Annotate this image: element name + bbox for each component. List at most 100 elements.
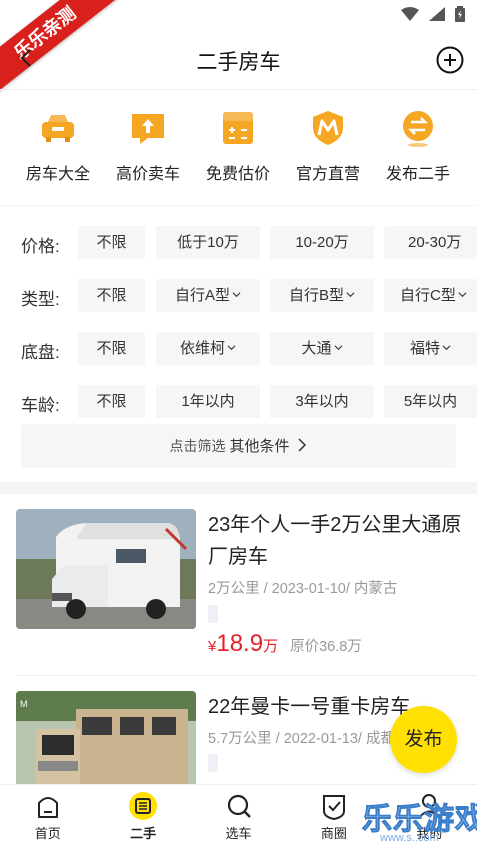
chevron-down-icon — [442, 345, 451, 351]
filter-chip[interactable]: 不限 — [78, 332, 145, 365]
filter-chip-dropdown[interactable]: 福特 — [384, 332, 477, 365]
filter-chip-label: 10-20万 — [295, 234, 349, 251]
filter-chip-dropdown[interactable]: 自行B型 — [270, 279, 374, 312]
svg-text:M: M — [20, 699, 28, 709]
tab-label: 二手 — [130, 826, 157, 841]
status-icons — [401, 6, 465, 22]
exchange-icon — [403, 111, 433, 147]
more-filter-label: 其他条件 — [229, 438, 290, 455]
car-icon — [42, 115, 74, 142]
tab-label: 商圈 — [320, 826, 347, 841]
filter-chip-label: 不限 — [96, 393, 127, 410]
quick-action-rv-catalog[interactable]: 房车大全 — [13, 104, 103, 188]
quick-action-label: 高价卖车 — [115, 166, 180, 183]
tab-label: 选车 — [225, 826, 252, 841]
quick-action-publish[interactable]: 发布二手 — [373, 104, 463, 188]
listing-price: ¥18.9万 原价36.8万 — [208, 630, 362, 658]
filter-row-price: 价格: 不限 低于10万 10-20万 20-30万 — [0, 216, 477, 269]
filter-chip-dropdown[interactable]: 自行C型 — [384, 279, 477, 312]
price-unit: 万 — [263, 638, 279, 655]
chevron-down-icon — [227, 345, 236, 351]
filter-chip-label: 低于10万 — [177, 234, 239, 251]
quick-action-official[interactable]: 官方直营 — [283, 104, 373, 188]
nav-bar: 二手房车 — [0, 30, 477, 90]
search-icon — [227, 794, 251, 818]
filter-row-type: 类型: 不限 自行A型 自行B型 自行C型 — [0, 269, 477, 322]
filter-chip-dropdown[interactable]: 依维柯 — [156, 332, 260, 365]
wifi-icon — [401, 7, 419, 21]
filter-chip-label: 不限 — [96, 234, 127, 251]
filter-chip[interactable]: 不限 — [78, 385, 145, 418]
publish-button[interactable]: 发布 — [390, 706, 457, 773]
quick-action-sell[interactable]: 高价卖车 — [103, 104, 193, 188]
listing-photo — [16, 509, 196, 629]
filter-row-chassis: 底盘: 不限 依维柯 大通 福特 — [0, 322, 477, 375]
filter-chip[interactable]: 20-30万 — [384, 226, 477, 259]
quick-action-label: 官方直营 — [295, 166, 360, 183]
filter-chip[interactable]: 3年以内 — [270, 385, 374, 418]
chevron-down-icon — [346, 292, 355, 298]
listing-tag — [208, 605, 218, 623]
original-price: 原价36.8万 — [290, 639, 362, 655]
filter-chip-label: 3年以内 — [295, 393, 349, 410]
listing-meta: 5.7万公里 / 2022-01-13/ 成都 — [208, 731, 395, 747]
filter-chip[interactable]: 不限 — [78, 279, 145, 312]
add-icon[interactable] — [436, 46, 464, 74]
filter-chip[interactable]: 1年以内 — [156, 385, 260, 418]
chevron-down-icon — [232, 292, 241, 298]
listing-card[interactable]: 23年个人一手2万公里大通原厂房车 2万公里 / 2023-01-10/ 内蒙古… — [0, 494, 477, 675]
filter-label: 底盘: — [21, 343, 60, 362]
listing-photo: M — [16, 691, 196, 784]
filter-chip-dropdown[interactable]: 自行A型 — [156, 279, 260, 312]
listing-title: 23年个人一手2万公里大通原厂房车 — [208, 514, 462, 568]
tab-label: 我的 — [416, 826, 443, 841]
filter-panel: 价格: 不限 低于10万 10-20万 20-30万 类型: 不限 自行A型 自… — [0, 205, 477, 468]
battery-icon — [455, 6, 465, 22]
filter-chip-label: 1年以内 — [181, 393, 235, 410]
filter-label: 车龄: — [21, 396, 60, 415]
quick-action-label: 免费估价 — [205, 166, 270, 183]
price-value: 18.9 — [216, 630, 264, 657]
filter-chip-label: 自行B型 — [288, 287, 344, 304]
chevron-down-icon — [334, 345, 342, 351]
filter-label: 价格: — [21, 237, 60, 256]
listing-tag — [208, 754, 218, 772]
tab-business-circle[interactable]: 商圈 — [286, 785, 381, 849]
sell-icon — [132, 114, 164, 144]
section-divider — [0, 482, 477, 494]
filter-chip-label: 大通 — [301, 340, 332, 357]
check-icon — [322, 795, 345, 821]
quick-action-appraisal[interactable]: 免费估价 — [193, 104, 283, 188]
more-filter-prefix: 点击筛选 — [169, 438, 226, 454]
calculator-icon — [223, 112, 253, 144]
filter-chip-label: 不限 — [96, 287, 127, 304]
filter-chip-label: 自行C型 — [400, 287, 456, 304]
tab-mine[interactable]: 我的 — [382, 785, 477, 849]
tab-home[interactable]: 首页 — [0, 785, 95, 849]
filter-chip-label: 依维柯 — [179, 340, 225, 357]
quick-action-label: 发布二手 — [385, 166, 450, 183]
filter-chip[interactable]: 5年以内 — [384, 385, 477, 418]
filter-chip[interactable]: 不限 — [78, 226, 145, 259]
page-title: 二手房车 — [196, 51, 281, 74]
bottom-tab-bar: 首页 二手 选车 商圈 我的 — [0, 784, 477, 849]
quick-actions: 房车大全 高价卖车 免费估价 官方直营 发布二手 — [0, 104, 477, 188]
filter-chip[interactable]: 低于10万 — [156, 226, 260, 259]
listing-meta: 2万公里 / 2023-01-10/ 内蒙古 — [208, 581, 398, 597]
more-filter-button[interactable]: 点击筛选 其他条件 — [21, 424, 456, 468]
filter-chip-label: 福特 — [409, 340, 440, 357]
filter-label: 类型: — [21, 290, 60, 309]
filter-chip-label: 5年以内 — [403, 393, 458, 410]
user-icon — [418, 794, 441, 819]
quick-action-label: 房车大全 — [25, 166, 90, 183]
shield-icon — [313, 111, 343, 145]
secondhand-icon — [129, 792, 158, 820]
filter-chip[interactable]: 10-20万 — [270, 226, 374, 259]
tab-choose-car[interactable]: 选车 — [191, 785, 286, 849]
chevron-down-icon — [458, 292, 467, 298]
tab-secondhand[interactable]: 二手 — [95, 785, 190, 849]
filter-chip-dropdown[interactable]: 大通 — [270, 332, 374, 365]
filter-row-age: 车龄: 不限 1年以内 3年以内 5年以内 — [0, 375, 477, 428]
chevron-right-icon — [298, 438, 307, 452]
filter-chip-label: 20-30万 — [408, 234, 462, 251]
